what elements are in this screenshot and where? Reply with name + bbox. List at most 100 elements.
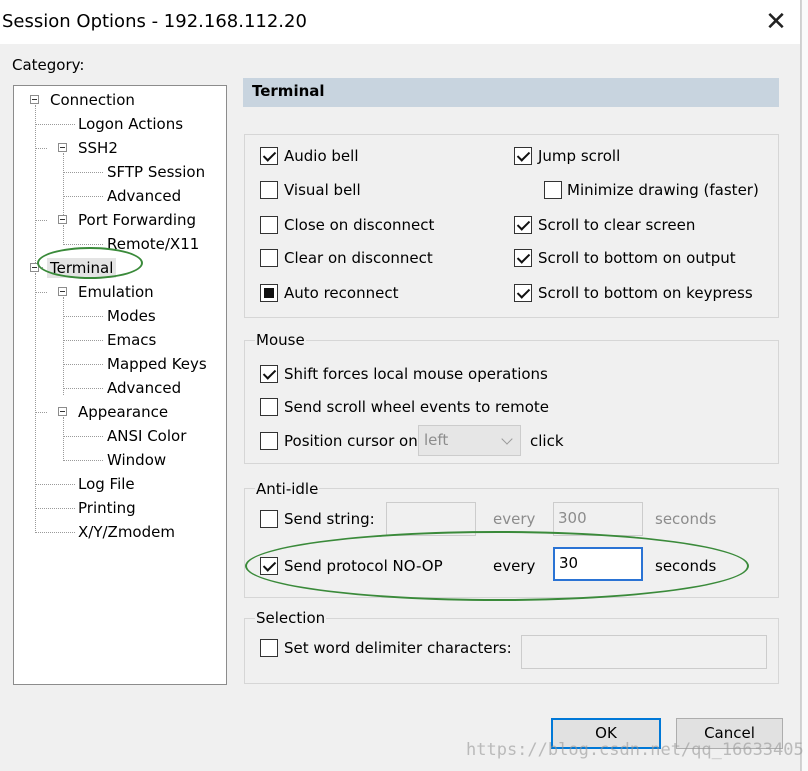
word-delimiter-label: Set word delimiter characters: bbox=[284, 639, 512, 657]
tree-connector bbox=[63, 388, 103, 389]
tree-item-ansi-color[interactable]: ANSI Color bbox=[107, 426, 186, 446]
tree-connector bbox=[63, 460, 103, 461]
send-string-label: Send string: bbox=[284, 510, 375, 528]
tree-connector bbox=[35, 532, 75, 533]
collapse-icon[interactable] bbox=[58, 143, 67, 152]
tree-item-appearance[interactable]: Appearance bbox=[78, 402, 168, 422]
position-cursor-select-value: left bbox=[424, 431, 449, 449]
auto-reconnect-checkbox[interactable] bbox=[260, 284, 278, 302]
tree-item-emulation[interactable]: Emulation bbox=[78, 282, 154, 302]
word-delimiter-checkbox[interactable] bbox=[260, 639, 278, 657]
tree-connector bbox=[63, 153, 64, 219]
tree-item-terminal[interactable]: Terminal bbox=[47, 258, 117, 278]
tree-connector bbox=[35, 292, 47, 293]
visual-bell-checkbox[interactable] bbox=[260, 181, 278, 199]
send-string-interval-input[interactable]: 300 bbox=[553, 502, 643, 536]
tree-item-log-file[interactable]: Log File bbox=[78, 474, 135, 494]
clear-on-disconnect-label: Clear on disconnect bbox=[284, 249, 433, 267]
tree-item-printing[interactable]: Printing bbox=[78, 498, 136, 518]
mouse-group-label: Mouse bbox=[255, 331, 306, 349]
collapse-icon[interactable] bbox=[58, 215, 67, 224]
tree-connector bbox=[63, 225, 64, 243]
collapse-icon[interactable] bbox=[58, 287, 67, 296]
scroll-to-clear-checkbox[interactable] bbox=[514, 216, 532, 234]
tree-connector bbox=[63, 364, 103, 365]
tree-connector bbox=[35, 273, 36, 531]
clear-on-disconnect-checkbox[interactable] bbox=[260, 249, 278, 267]
shift-forces-checkbox[interactable] bbox=[260, 365, 278, 383]
tree-item-mapped-keys[interactable]: Mapped Keys bbox=[107, 354, 207, 374]
seconds-label-1: seconds bbox=[655, 510, 717, 528]
seconds-label-2: seconds bbox=[655, 557, 717, 575]
tree-connector bbox=[63, 340, 103, 341]
minimize-drawing-label: Minimize drawing (faster) bbox=[567, 181, 759, 199]
window-title: Session Options - 192.168.112.20 bbox=[2, 11, 307, 32]
position-cursor-checkbox[interactable] bbox=[260, 432, 278, 450]
watermark: https://blog.csdn.net/qq_16633405 bbox=[466, 740, 804, 760]
background-strip bbox=[801, 0, 808, 771]
audio-bell-label: Audio bell bbox=[284, 147, 359, 165]
tree-connector bbox=[35, 105, 36, 267]
tree-connector bbox=[35, 124, 75, 125]
shift-forces-label: Shift forces local mouse operations bbox=[284, 365, 548, 383]
send-string-input[interactable] bbox=[386, 502, 476, 536]
tree-item-port-forwarding[interactable]: Port Forwarding bbox=[78, 210, 196, 230]
every-label-2: every bbox=[493, 557, 536, 575]
chevron-down-icon bbox=[501, 433, 513, 445]
send-scroll-label: Send scroll wheel events to remote bbox=[284, 398, 549, 416]
window-border bbox=[801, 0, 802, 771]
section-title: Terminal bbox=[252, 82, 325, 100]
tree-item-logon-actions[interactable]: Logon Actions bbox=[78, 114, 183, 134]
tree-item-modes[interactable]: Modes bbox=[107, 306, 156, 326]
close-icon[interactable]: ✕ bbox=[756, 4, 796, 40]
jump-scroll-checkbox[interactable] bbox=[514, 147, 532, 165]
scroll-bottom-output-label: Scroll to bottom on output bbox=[538, 249, 736, 267]
tree-connector bbox=[35, 220, 47, 221]
tree-connector bbox=[35, 508, 75, 509]
click-label: click bbox=[530, 432, 564, 450]
close-on-disconnect-label: Close on disconnect bbox=[284, 216, 435, 234]
tree-item-sftp-session[interactable]: SFTP Session bbox=[107, 162, 205, 182]
tree-connector bbox=[63, 297, 64, 395]
noop-interval-input[interactable]: 30 bbox=[553, 547, 643, 581]
jump-scroll-label: Jump scroll bbox=[538, 147, 621, 165]
collapse-icon[interactable] bbox=[30, 95, 39, 104]
send-scroll-checkbox[interactable] bbox=[260, 398, 278, 416]
visual-bell-label: Visual bell bbox=[284, 181, 361, 199]
scroll-bottom-keypress-checkbox[interactable] bbox=[514, 284, 532, 302]
tree-connector bbox=[63, 436, 103, 437]
scroll-bottom-keypress-label: Scroll to bottom on keypress bbox=[538, 284, 753, 302]
send-noop-checkbox[interactable] bbox=[260, 557, 278, 575]
tree-connector bbox=[63, 417, 64, 459]
tree-item-advanced-emulation[interactable]: Advanced bbox=[107, 378, 181, 398]
tree-connector bbox=[63, 172, 103, 173]
auto-reconnect-label: Auto reconnect bbox=[284, 284, 399, 302]
tree-item-remote-x11[interactable]: Remote/X11 bbox=[107, 234, 199, 254]
position-cursor-select[interactable]: left bbox=[418, 425, 521, 456]
anti-idle-group-label: Anti-idle bbox=[255, 480, 320, 498]
audio-bell-checkbox[interactable] bbox=[260, 147, 278, 165]
word-delimiter-input[interactable] bbox=[521, 635, 767, 669]
send-noop-label: Send protocol NO-OP bbox=[284, 557, 443, 575]
tree-connector bbox=[63, 244, 103, 245]
tree-connector bbox=[35, 148, 47, 149]
position-cursor-label: Position cursor on bbox=[284, 432, 418, 450]
scroll-to-clear-label: Scroll to clear screen bbox=[538, 216, 696, 234]
tree-connector bbox=[63, 196, 103, 197]
send-string-checkbox[interactable] bbox=[260, 510, 278, 528]
tree-item-emacs[interactable]: Emacs bbox=[107, 330, 156, 350]
tree-connector bbox=[63, 316, 103, 317]
category-tree[interactable]: Connection Logon Actions SSH2 SFTP Sessi… bbox=[13, 85, 227, 685]
tree-item-window[interactable]: Window bbox=[107, 450, 166, 470]
tree-item-advanced-ssh2[interactable]: Advanced bbox=[107, 186, 181, 206]
selection-group-label: Selection bbox=[255, 609, 327, 627]
collapse-icon[interactable] bbox=[30, 263, 39, 272]
close-on-disconnect-checkbox[interactable] bbox=[260, 216, 278, 234]
tree-item-xyzmodem[interactable]: X/Y/Zmodem bbox=[78, 522, 175, 542]
tree-item-connection[interactable]: Connection bbox=[50, 90, 135, 110]
scroll-bottom-output-checkbox[interactable] bbox=[514, 249, 532, 267]
tree-connector bbox=[35, 412, 47, 413]
tree-item-ssh2[interactable]: SSH2 bbox=[78, 138, 118, 158]
minimize-drawing-checkbox[interactable] bbox=[544, 181, 562, 199]
collapse-icon[interactable] bbox=[58, 407, 67, 416]
